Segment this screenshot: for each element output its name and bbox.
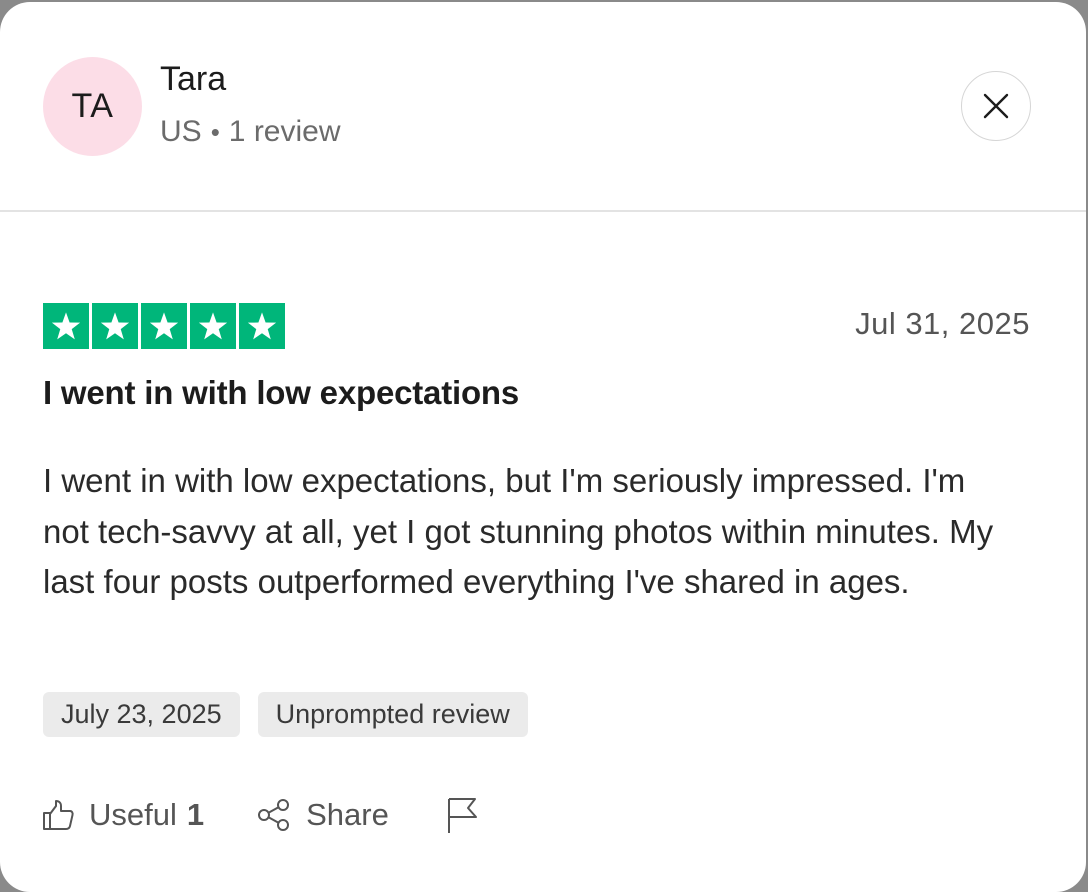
review-actions: Useful 1 Share — [41, 787, 479, 843]
report-button[interactable] — [445, 795, 479, 835]
unprompted-review-chip[interactable]: Unprompted review — [257, 692, 528, 737]
avatar: TA — [43, 57, 142, 156]
share-icon — [258, 799, 290, 831]
useful-count: 1 — [186, 797, 205, 832]
reviewer-header: TA Tara US • 1 review — [0, 2, 1086, 212]
reviewer-name[interactable]: Tara — [160, 60, 226, 99]
meta-separator: • — [210, 116, 220, 147]
star-icon — [141, 303, 187, 349]
share-button[interactable]: Share — [256, 797, 389, 833]
reviewer-meta: US • 1 review — [160, 115, 341, 149]
close-icon — [983, 93, 1009, 119]
flag-icon — [447, 798, 477, 833]
experience-date-chip: July 23, 2025 — [43, 692, 240, 737]
star-icon — [190, 303, 236, 349]
share-label: Share — [306, 797, 389, 832]
close-button[interactable] — [961, 71, 1031, 141]
review-body: I went in with low expectations, but I'm… — [43, 462, 994, 600]
review-modal: TA Tara US • 1 review Jul 31, 2025 I wen… — [0, 2, 1086, 892]
thumbs-up-icon — [43, 800, 74, 830]
review-chips: July 23, 2025 Unprompted review — [43, 692, 528, 737]
star-icon — [92, 303, 138, 349]
useful-label: Useful — [89, 797, 177, 832]
star-rating — [43, 303, 285, 349]
star-icon — [239, 303, 285, 349]
review-date: Jul 31, 2025 — [855, 306, 1030, 341]
review-title: I went in with low expectations — [43, 374, 520, 411]
useful-button[interactable]: Useful 1 — [41, 797, 204, 833]
star-icon — [43, 303, 89, 349]
reviewer-review-count: 1 review — [228, 115, 341, 148]
reviewer-country: US — [160, 115, 202, 148]
